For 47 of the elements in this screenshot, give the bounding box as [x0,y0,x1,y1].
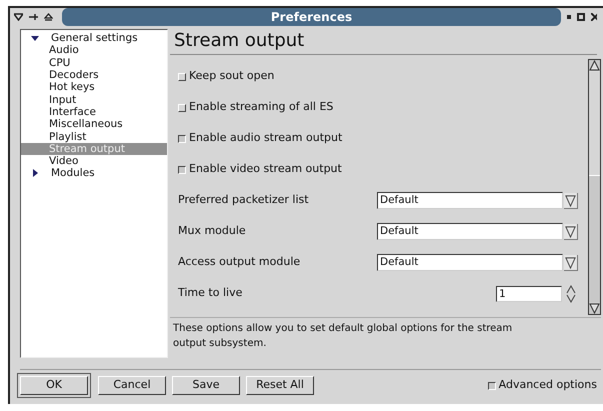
tree-item[interactable]: Playlist [21,130,167,143]
tree-item[interactable]: Interface [21,106,167,118]
spin-field[interactable]: 1 [496,286,562,302]
field-label: Time to live [178,285,244,302]
scroll-thumb[interactable] [589,71,600,176]
checkbox-label[interactable]: Enable video stream output [189,161,342,178]
tree-item[interactable]: Hot keys [21,81,167,94]
dropdown-field[interactable]: Default [377,254,563,271]
dialog-button[interactable]: Reset All [246,376,314,395]
tree-item[interactable]: Video [21,154,167,168]
window-title: Preferences [270,9,352,26]
dialog-button[interactable]: OK [20,376,88,395]
eject-icon[interactable] [44,13,53,21]
expanded-arrow-icon[interactable] [31,34,39,42]
tree-item[interactable]: General settings [21,32,167,44]
collapsed-arrow-icon[interactable] [31,169,39,178]
checkbox[interactable] [178,166,186,174]
field-label: Preferred packetizer list [178,192,310,208]
checkbox-label[interactable]: Enable streaming of all ES [189,99,334,116]
dialog-button[interactable]: Save [172,376,240,395]
scroll-down-icon[interactable] [589,303,600,314]
dropdown-field[interactable]: Default [377,223,563,240]
close-icon[interactable] [591,13,597,21]
field-label: Access output module [178,254,302,270]
shade-icon[interactable] [14,13,23,21]
dropdown-field[interactable]: Default [377,192,563,209]
checkbox[interactable] [488,382,496,390]
tree-item[interactable]: Miscellaneous [21,118,167,130]
field-label: Mux module [178,223,247,240]
panel-title: Stream output [173,29,306,53]
maximize-icon[interactable] [577,13,585,21]
scrollbar[interactable] [588,59,601,315]
checkbox[interactable] [178,134,186,142]
tree-item[interactable]: Audio [21,44,167,57]
dropdown-arrow-icon[interactable] [564,224,578,240]
dropdown-arrow-icon[interactable] [564,192,578,208]
tree-item[interactable]: CPU [21,56,167,69]
checkbox-label[interactable]: Enable audio stream output [189,130,342,147]
spin-arrows-icon[interactable] [566,284,576,302]
checkbox-label[interactable]: Keep sout open [189,68,274,85]
dropdown-arrow-icon[interactable] [564,254,578,270]
checkbox-label[interactable]: Advanced options [498,377,597,394]
dialog-button[interactable]: Cancel [98,376,166,395]
description-text: These options allow you to set default global options for the stream output subsystem. [172,322,514,351]
tree-item[interactable]: Modules [21,167,167,180]
tree-item[interactable]: Input [21,93,167,106]
tree-item[interactable]: Decoders [21,68,167,82]
